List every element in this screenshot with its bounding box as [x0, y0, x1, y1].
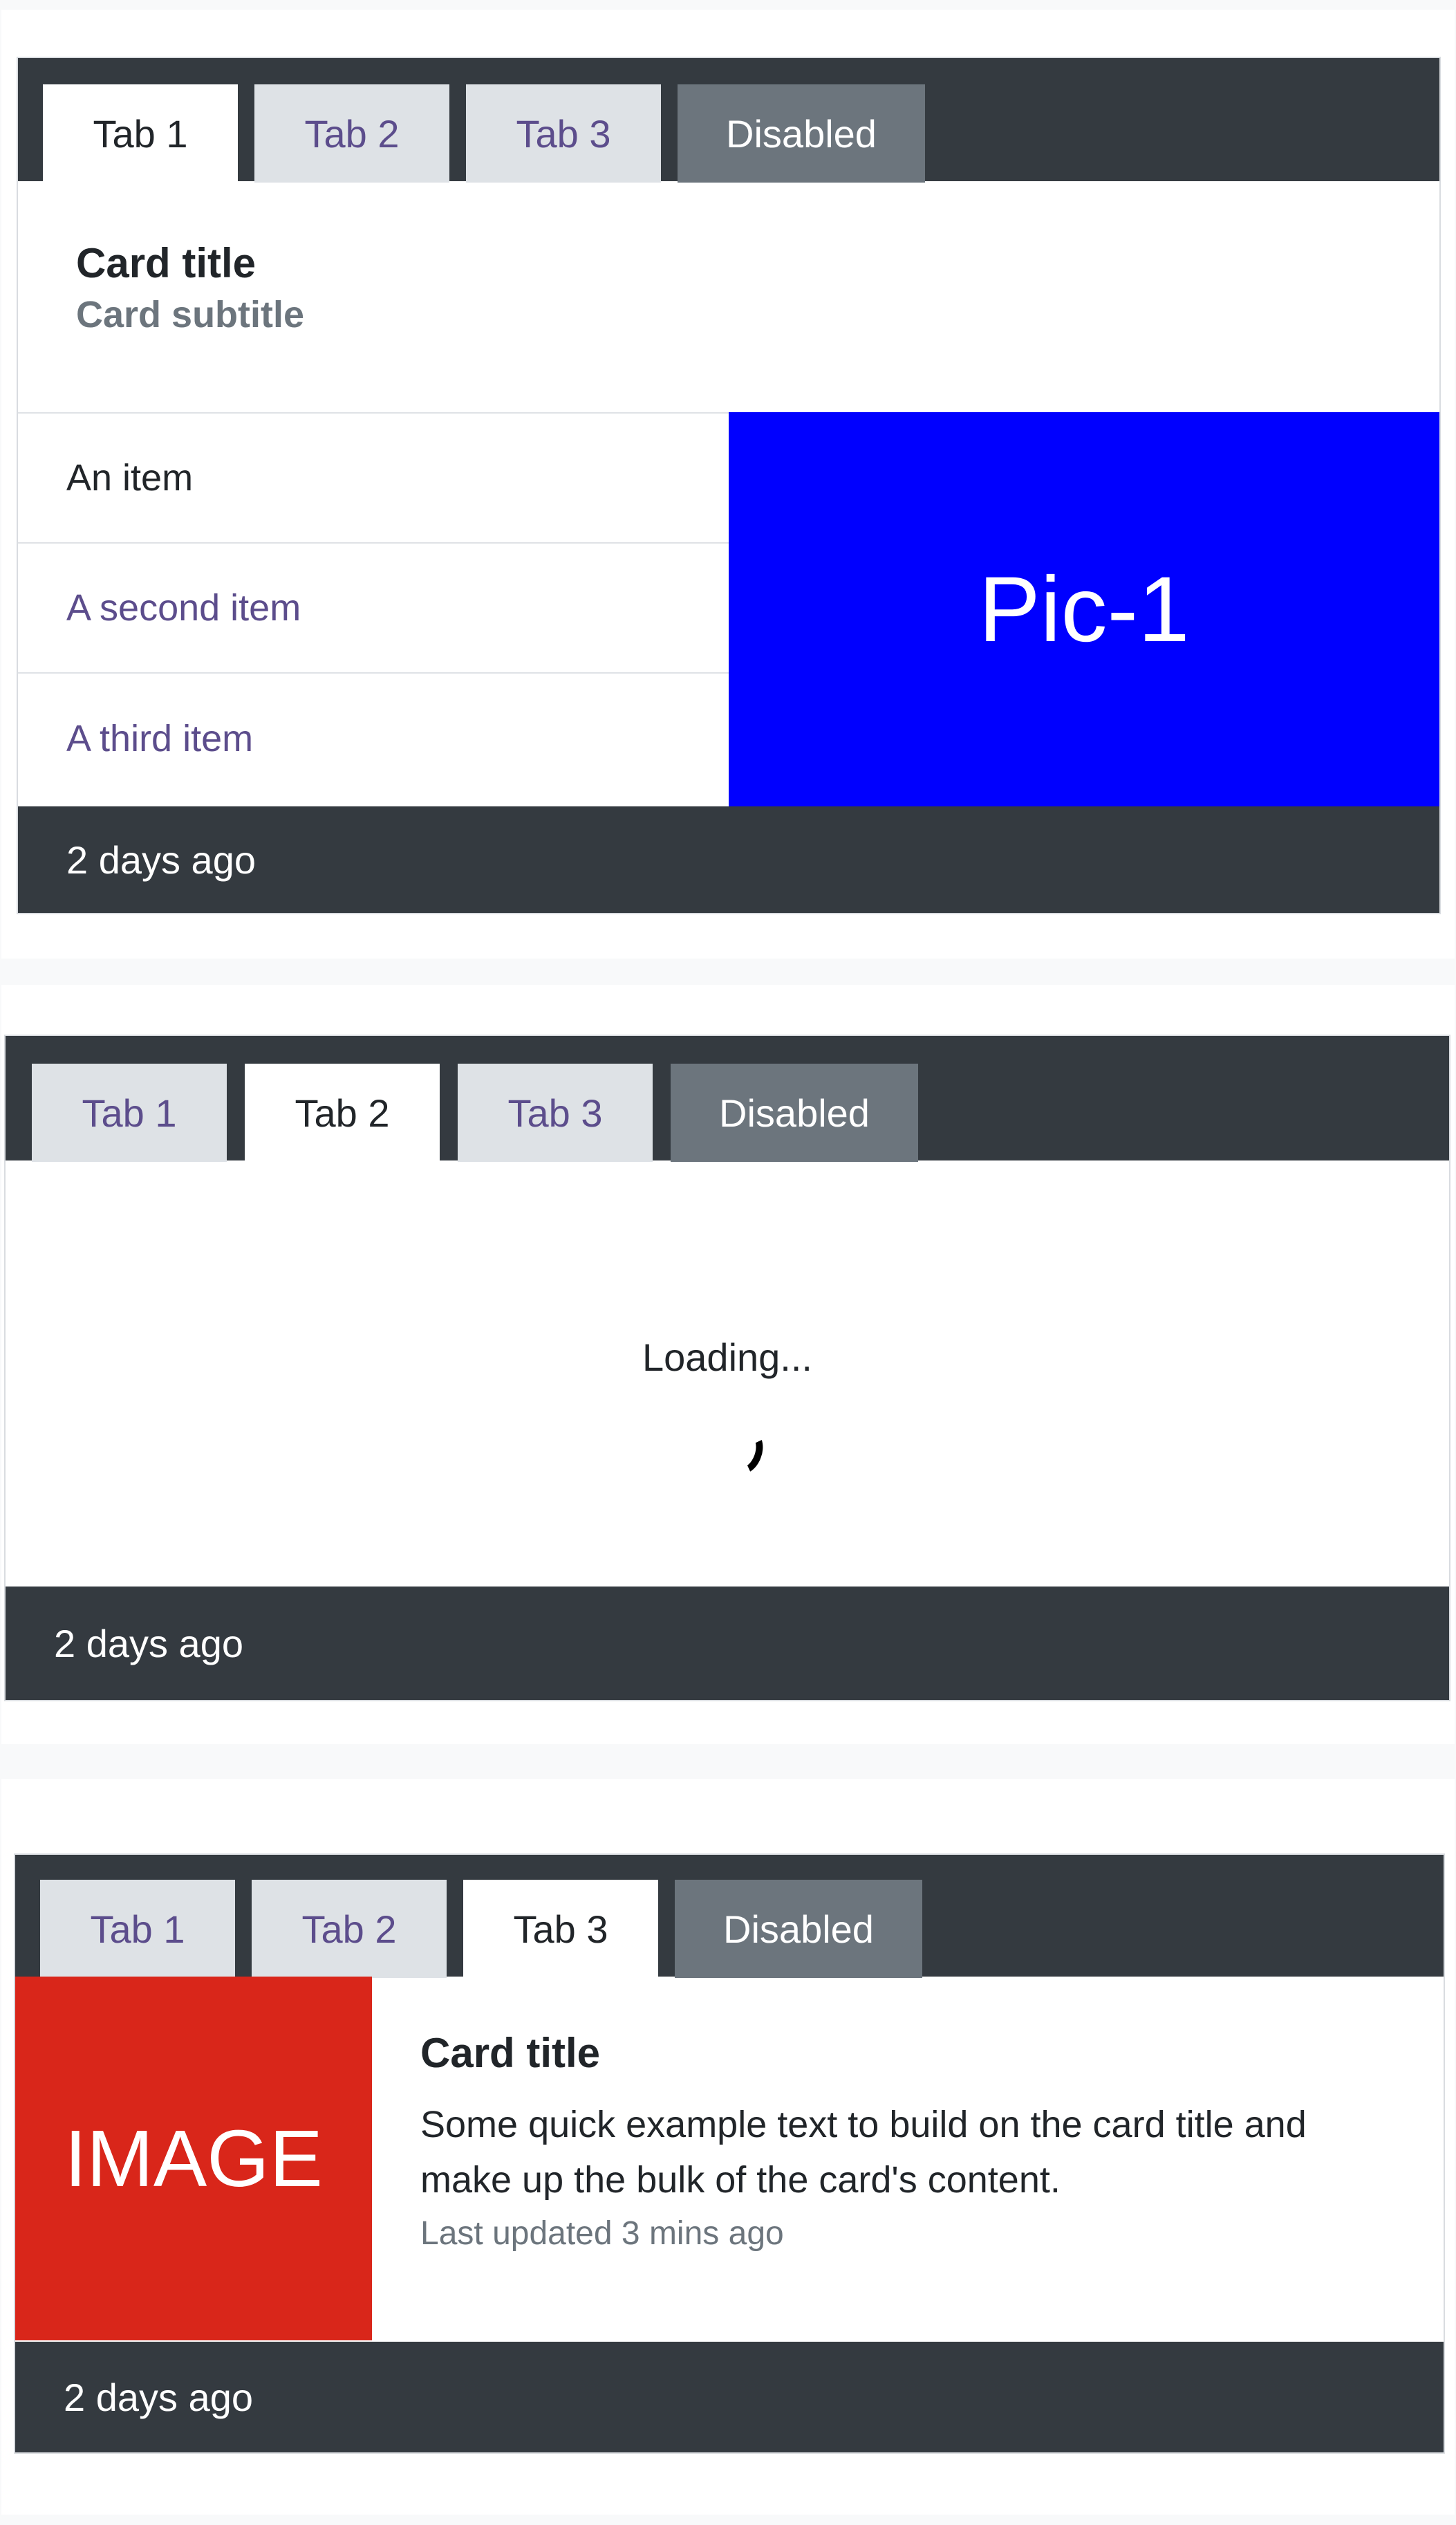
- card-3-tabbar: Tab 1 Tab 2 Tab 3 Disabled: [15, 1855, 1444, 1978]
- list-item-link[interactable]: A third item: [18, 674, 729, 804]
- card-1-subtitle: Card subtitle: [76, 294, 305, 335]
- card-3-tab-3[interactable]: Tab 3: [463, 1880, 658, 1978]
- card-2-tab-3[interactable]: Tab 3: [458, 1064, 653, 1162]
- card-2-tab-2[interactable]: Tab 2: [245, 1064, 440, 1162]
- card-3-text: Some quick example text to build on the …: [420, 2104, 1307, 2201]
- card-1-picture: Pic-1: [729, 412, 1439, 806]
- loading-text: Loading...: [642, 1335, 812, 1379]
- card-2-tab-1[interactable]: Tab 1: [32, 1064, 227, 1162]
- card-1-tab-3[interactable]: Tab 3: [466, 84, 661, 183]
- card-1-tab-disabled: Disabled: [678, 84, 925, 183]
- card-3-tab-1[interactable]: Tab 1: [40, 1880, 235, 1978]
- card-1-tab-1[interactable]: Tab 1: [43, 84, 238, 183]
- card-1: Tab 1 Tab 2 Tab 3 Disabled Card title Ca…: [17, 57, 1441, 914]
- list-item: An item: [18, 414, 729, 544]
- card-2-tab-disabled: Disabled: [671, 1064, 918, 1162]
- card-1-tabbar: Tab 1 Tab 2 Tab 3 Disabled: [18, 58, 1439, 183]
- card-1-title: Card title: [76, 240, 256, 286]
- example-panel-2: Tab 1 Tab 2 Tab 3 Disabled Loading... 2 …: [1, 985, 1455, 1744]
- card-3-title: Card title: [420, 2030, 601, 2076]
- example-panel-1: Tab 1 Tab 2 Tab 3 Disabled Card title Ca…: [1, 10, 1455, 959]
- card-3-updated: Last updated 3 mins ago: [420, 2215, 784, 2252]
- card-3-image: IMAGE: [15, 1977, 372, 2340]
- card-3-tab-disabled: Disabled: [675, 1880, 922, 1978]
- card-1-tab-2[interactable]: Tab 2: [254, 84, 449, 183]
- card-2-tabbar: Tab 1 Tab 2 Tab 3 Disabled: [6, 1036, 1449, 1162]
- card-3-tab-2[interactable]: Tab 2: [252, 1880, 447, 1978]
- card-2: Tab 1 Tab 2 Tab 3 Disabled Loading... 2 …: [4, 1035, 1450, 1701]
- example-panel-3: Tab 1 Tab 2 Tab 3 Disabled IMAGE Card ti…: [1, 1779, 1455, 2515]
- card-2-footer: 2 days ago: [6, 1587, 1449, 1700]
- card-1-footer: 2 days ago: [18, 806, 1439, 913]
- card-3: Tab 1 Tab 2 Tab 3 Disabled IMAGE Card ti…: [14, 1853, 1445, 2454]
- card-3-footer: 2 days ago: [15, 2342, 1444, 2452]
- loading-spinner-icon: [725, 1426, 769, 1479]
- list-item-link[interactable]: A second item: [18, 544, 729, 674]
